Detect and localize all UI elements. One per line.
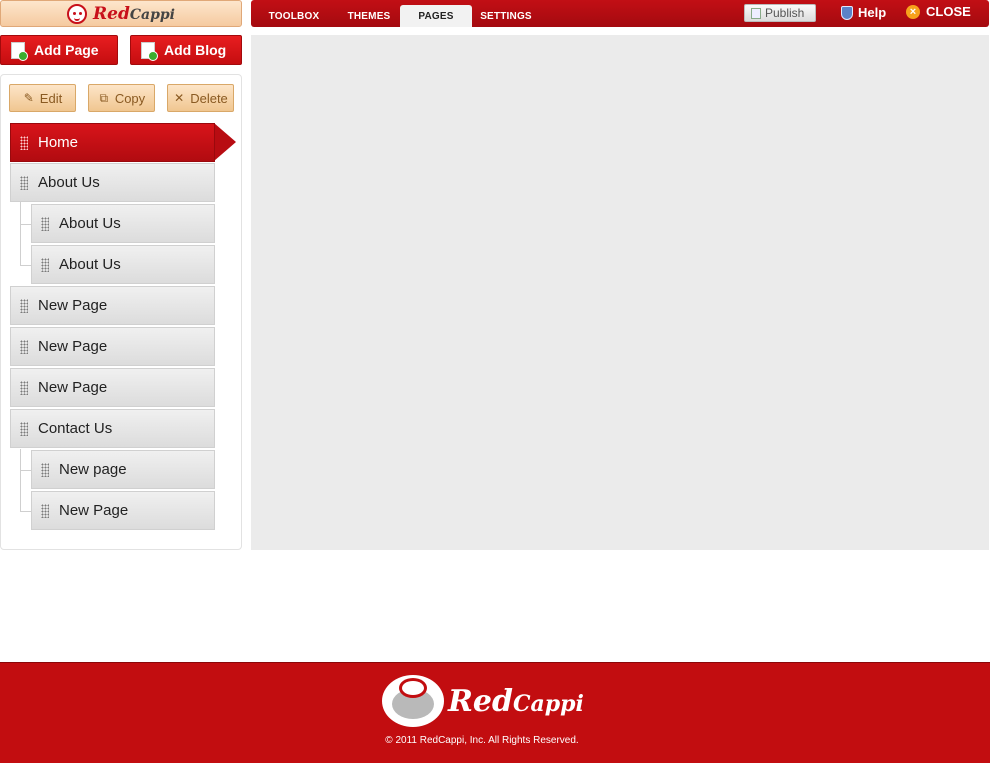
close-circle-icon: × xyxy=(906,4,920,19)
grip-icon[interactable] xyxy=(20,339,28,354)
page-item-about-us-child[interactable]: About Us xyxy=(31,245,215,284)
top-navigation-bar: TOOLBOX THEMES PAGES SETTINGS Publish He… xyxy=(251,0,989,27)
page-item-home[interactable]: Home xyxy=(10,123,215,162)
grip-icon[interactable] xyxy=(20,298,28,313)
edit-label: Edit xyxy=(39,90,63,106)
grip-icon[interactable] xyxy=(20,380,28,395)
page-add-icon xyxy=(11,41,28,61)
x-icon: ✕ xyxy=(174,91,185,105)
tree-connector xyxy=(20,470,31,471)
document-icon xyxy=(751,7,761,19)
add-page-button[interactable]: Add Page xyxy=(0,35,118,65)
footer-brand-text: RedCappi xyxy=(448,683,584,719)
page-label: New Page xyxy=(38,297,108,314)
page-item-contact-us[interactable]: Contact Us xyxy=(10,409,215,448)
edit-button[interactable]: ✎ Edit xyxy=(9,84,76,112)
help-link[interactable]: Help xyxy=(841,5,886,20)
page-label: New page xyxy=(59,461,127,478)
grip-icon[interactable] xyxy=(41,257,49,272)
close-label: CLOSE xyxy=(926,4,971,19)
tab-toolbox[interactable]: TOOLBOX xyxy=(260,5,328,27)
page-item-new-page[interactable]: New Page xyxy=(10,368,215,407)
page-label: New Page xyxy=(38,379,108,396)
grip-icon[interactable] xyxy=(41,216,49,231)
page-label: About Us xyxy=(38,174,100,191)
tab-settings[interactable]: SETTINGS xyxy=(472,5,540,27)
monkey-face-icon xyxy=(382,675,444,727)
copyright-text: © 2011 RedCappi, Inc. All Rights Reserve… xyxy=(385,735,579,746)
tree-connector xyxy=(20,202,21,265)
copy-label: Copy xyxy=(114,90,146,106)
page-item-new-page[interactable]: New Page xyxy=(10,286,215,325)
grip-icon[interactable] xyxy=(20,421,28,436)
app-logo: RedCappi xyxy=(0,0,242,27)
delete-button[interactable]: ✕ Delete xyxy=(167,84,234,112)
tree-connector xyxy=(20,511,31,512)
shield-icon xyxy=(841,5,853,20)
copy-button[interactable]: ⧉ Copy xyxy=(88,84,155,112)
add-blog-button[interactable]: Add Blog xyxy=(130,35,242,65)
tab-pages[interactable]: PAGES xyxy=(400,5,472,27)
delete-label: Delete xyxy=(190,90,228,106)
blog-add-icon xyxy=(141,41,158,61)
tree-connector xyxy=(20,224,31,225)
pencil-icon: ✎ xyxy=(23,91,34,105)
close-link[interactable]: × CLOSE xyxy=(906,4,971,19)
page-item-new-page-child[interactable]: New page xyxy=(31,450,215,489)
tab-themes[interactable]: THEMES xyxy=(335,5,403,27)
footer: RedCappi © 2011 RedCappi, Inc. All Right… xyxy=(0,662,990,763)
grip-icon[interactable] xyxy=(20,175,28,190)
page-label: New Page xyxy=(59,502,129,519)
logo-text: RedCappi xyxy=(93,3,175,24)
page-item-about-us-child[interactable]: About Us xyxy=(31,204,215,243)
footer-logo: RedCappi xyxy=(382,675,584,727)
help-label: Help xyxy=(858,5,887,20)
page-label: New Page xyxy=(38,338,108,355)
copy-icon: ⧉ xyxy=(99,91,109,105)
grip-icon[interactable] xyxy=(20,135,28,150)
add-blog-label: Add Blog xyxy=(164,42,227,58)
page-label: Contact Us xyxy=(38,420,113,437)
grip-icon[interactable] xyxy=(41,462,49,477)
add-page-label: Add Page xyxy=(34,42,99,58)
page-label: About Us xyxy=(59,215,121,232)
page-editor-canvas[interactable] xyxy=(251,35,989,550)
grip-icon[interactable] xyxy=(41,503,49,518)
active-page-arrow xyxy=(214,123,236,161)
page-item-new-page-child[interactable]: New Page xyxy=(31,491,215,530)
tree-connector xyxy=(20,265,31,266)
monkey-face-icon xyxy=(67,3,88,24)
page-label: Home xyxy=(38,134,79,151)
page-item-new-page[interactable]: New Page xyxy=(10,327,215,366)
publish-button[interactable]: Publish xyxy=(744,4,816,22)
tree-connector xyxy=(20,449,21,511)
page-item-about-us[interactable]: About Us xyxy=(10,163,215,202)
page-label: About Us xyxy=(59,256,121,273)
publish-label: Publish xyxy=(765,6,805,20)
